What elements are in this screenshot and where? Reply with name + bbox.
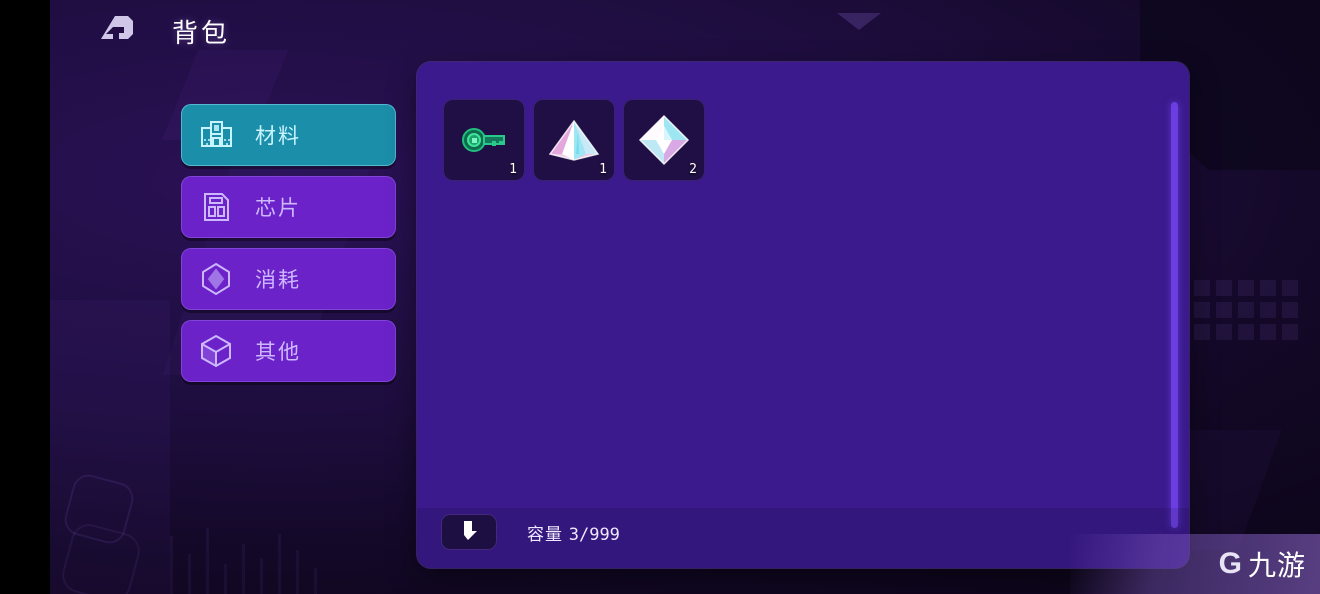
watermark-text: 九游 xyxy=(1247,550,1306,581)
cube-box-icon xyxy=(193,328,239,374)
sort-button[interactable] xyxy=(441,514,497,550)
inventory-footer: 容量 3/999 xyxy=(441,514,620,550)
sidebar-item-label: 材料 xyxy=(255,125,301,148)
sidebar-item-materials[interactable]: 材料 xyxy=(181,104,396,166)
pyramid-crystal-item[interactable]: 1 xyxy=(533,99,615,181)
inventory-panel: 1 1 2 容量 3/999 xyxy=(417,62,1189,568)
sidebar-item-consumables[interactable]: 消耗 xyxy=(181,248,396,310)
sidebar-nav: 材料 芯片 消耗 其他 xyxy=(181,104,396,392)
capacity-label: 容量 xyxy=(527,524,563,544)
inventory-slot-grid: 1 1 2 xyxy=(443,99,1149,181)
header-bar: 背包 xyxy=(50,0,1320,64)
scrollbar-track[interactable] xyxy=(1171,102,1178,528)
diamond-crystal-item[interactable]: 2 xyxy=(623,99,705,181)
sidebar-item-chips[interactable]: 芯片 xyxy=(181,176,396,238)
game-screen: 背包 材料 芯片 消耗 其他 1 1 2 容量 3/999 G 九游 xyxy=(0,0,1320,594)
watermark-logo-icon: G xyxy=(1218,547,1242,580)
sidebar-item-label: 芯片 xyxy=(255,197,301,220)
green-key-item[interactable]: 1 xyxy=(443,99,525,181)
item-quantity: 1 xyxy=(599,162,607,177)
sidebar-item-label: 消耗 xyxy=(255,269,301,292)
capacity-value: 3/999 xyxy=(568,524,620,545)
item-quantity: 1 xyxy=(509,162,517,177)
back-arrow-logo-icon[interactable] xyxy=(95,12,141,48)
letterbox-left xyxy=(0,0,50,594)
chip-card-icon xyxy=(193,184,239,230)
sidebar-item-label: 其他 xyxy=(255,341,301,364)
capacity-status: 容量 3/999 xyxy=(527,520,620,545)
decor-square-grid xyxy=(1194,280,1298,340)
sort-down-arrow-icon xyxy=(459,519,479,546)
consumable-gem-icon xyxy=(193,256,239,302)
sidebar-item-other[interactable]: 其他 xyxy=(181,320,396,382)
materials-icon xyxy=(193,112,239,158)
site-watermark: G 九游 xyxy=(1070,534,1320,594)
item-quantity: 2 xyxy=(689,162,697,177)
scrollbar-thumb[interactable] xyxy=(1171,102,1178,528)
game-viewport: 背包 材料 芯片 消耗 其他 1 1 2 容量 3/999 G 九游 xyxy=(50,0,1320,594)
page-title: 背包 xyxy=(172,18,231,48)
